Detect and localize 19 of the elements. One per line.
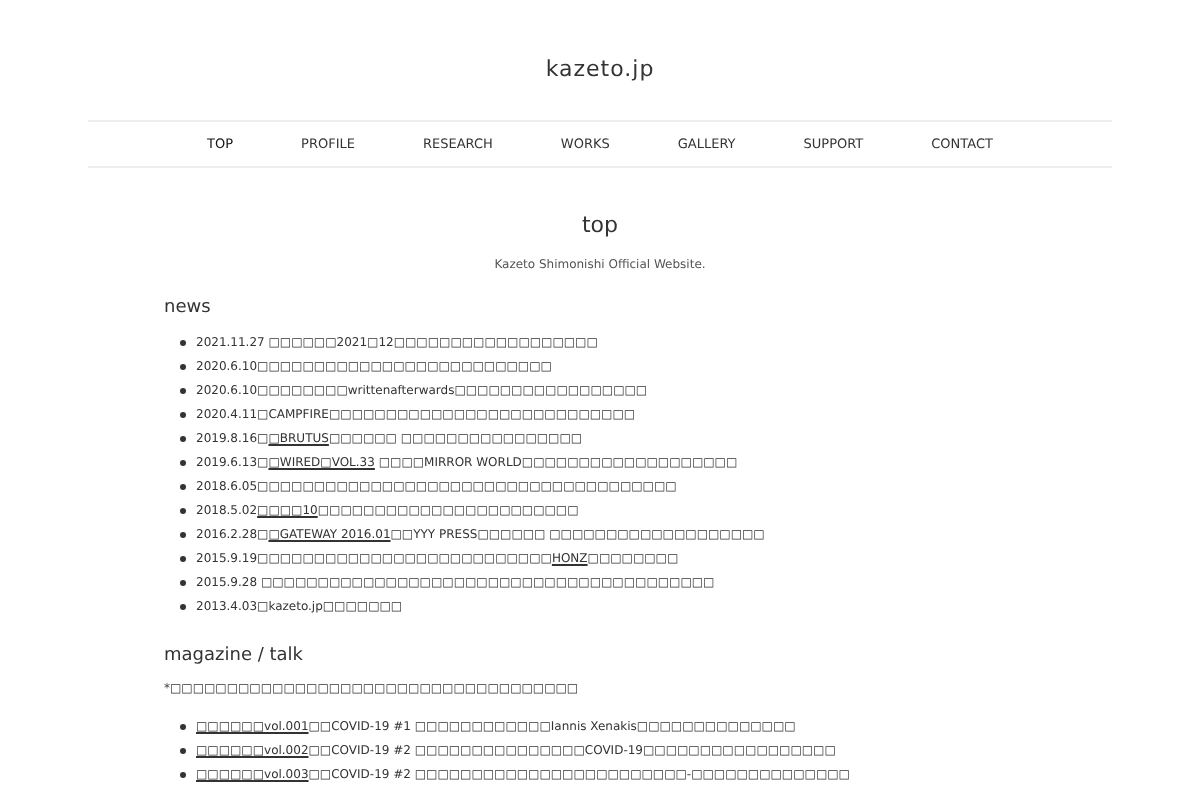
- bullet-icon: [180, 555, 186, 561]
- section-heading: news: [164, 298, 211, 318]
- bullet-icon: [180, 723, 186, 729]
- bullet-icon: [180, 459, 186, 465]
- bullet-icon: [180, 363, 186, 369]
- bullet-icon: [180, 531, 186, 537]
- bullet-icon: [180, 771, 186, 777]
- bullet-icon: [180, 387, 186, 393]
- bullet-icon: [180, 603, 186, 609]
- bullet-icon: [180, 483, 186, 489]
- section-heading: magazine / talk: [164, 646, 303, 666]
- bullet-icon: [180, 579, 186, 585]
- bullet-icon: [180, 339, 186, 345]
- bullet-icon: [180, 507, 186, 513]
- site-title[interactable]: kazeto.jp: [545, 0, 655, 120]
- bullet-icon: [180, 747, 186, 753]
- bullet-icon: [180, 411, 186, 417]
- bullet-icon: [180, 435, 186, 441]
- page-title: top: [581, 212, 619, 238]
